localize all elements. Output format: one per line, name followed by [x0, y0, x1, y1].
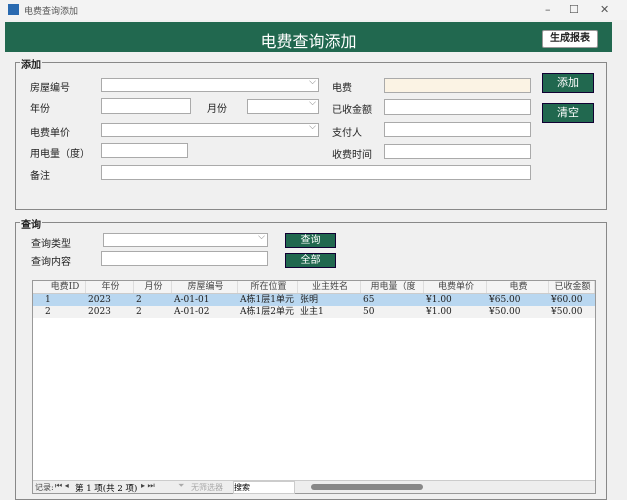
table-cell[interactable]: A-01-01 — [172, 294, 238, 306]
fee-label: 电费 — [332, 83, 352, 94]
table-cell[interactable]: 65 — [361, 294, 424, 306]
query-type-label: 查询类型 — [31, 239, 71, 250]
search-box[interactable]: 搜索 — [233, 481, 295, 494]
table-cell[interactable]: A栋1层1单元 — [238, 294, 298, 306]
house-no-label: 房屋编号 — [30, 83, 70, 94]
table-cell[interactable]: ¥65.00 — [487, 294, 549, 306]
fee-input[interactable] — [384, 78, 531, 93]
table-cell[interactable]: 2 — [134, 294, 172, 306]
pay-time-input[interactable] — [384, 144, 531, 159]
page-title: 电费查询添加 — [260, 32, 357, 51]
column-header[interactable]: 年份 — [86, 281, 134, 293]
table-cell[interactable]: ¥50.00 — [487, 306, 549, 318]
column-header[interactable]: 电费单价 — [424, 281, 487, 293]
table-cell[interactable]: 2023 — [86, 294, 134, 306]
query-content-label: 查询内容 — [31, 257, 71, 268]
query-type-combo[interactable] — [103, 232, 268, 247]
table-cell[interactable]: 50 — [361, 306, 424, 318]
remark-input[interactable] — [101, 165, 531, 180]
minimize-button[interactable]: – — [545, 3, 551, 16]
column-header[interactable]: 用电量（度 — [361, 281, 424, 293]
column-header[interactable]: 已收金额 — [549, 281, 595, 293]
query-legend: 查询 — [20, 216, 42, 231]
year-input[interactable] — [101, 98, 191, 114]
column-header[interactable]: 月份 — [134, 281, 172, 293]
title-bar: 电费查询添加 – ☐ ✕ — [0, 0, 627, 20]
table-cell[interactable]: ¥1.00 — [424, 306, 487, 318]
grid-header: 电费ID 年份 月份 房屋编号 所在位置 业主姓名 用电量（度 电费单价 电费 已收金额 — [33, 281, 595, 294]
payer-input[interactable] — [384, 122, 531, 137]
clear-button[interactable]: 清空 — [542, 103, 594, 123]
month-combo[interactable] — [247, 98, 319, 114]
remark-label: 备注 — [30, 171, 50, 182]
first-record-button[interactable]: ⏮ ◂ — [55, 481, 69, 491]
table-cell[interactable]: 2 — [134, 306, 172, 318]
table-cell[interactable]: A-01-02 — [172, 306, 238, 318]
close-button[interactable]: ✕ — [600, 3, 609, 16]
unit-price-label: 电费单价 — [30, 128, 70, 139]
column-header[interactable]: 房屋编号 — [172, 281, 238, 293]
usage-input[interactable] — [101, 143, 188, 158]
horizontal-scrollbar-thumb[interactable] — [311, 484, 423, 490]
table-row[interactable]: 1 2023 2 A-01-01 A栋1层1单元 张明 65 ¥1.00 ¥65.00 ¥60.0… — [33, 294, 595, 306]
add-legend: 添加 — [20, 56, 42, 71]
filter-icon: ⏷ — [178, 481, 185, 490]
record-label: 记录: — [35, 483, 54, 492]
next-record-button[interactable]: ▸ ⏭ — [141, 481, 155, 491]
table-cell[interactable]: 2 — [43, 306, 86, 318]
maximize-button[interactable]: ☐ — [569, 3, 579, 16]
table-cell[interactable]: 2023 — [86, 306, 134, 318]
generate-report-button[interactable]: 生成报表 — [542, 30, 598, 48]
query-content-input[interactable] — [101, 251, 268, 266]
column-header[interactable]: 电费 — [487, 281, 549, 293]
app-icon — [8, 4, 19, 15]
window-title: 电费查询添加 — [24, 7, 79, 17]
table-row[interactable]: 2 2023 2 A-01-02 A栋1层2单元 业主1 50 ¥1.00 ¥50.00 ¥50.… — [33, 306, 595, 318]
all-button[interactable]: 全部 — [285, 253, 336, 268]
house-no-combo[interactable] — [101, 77, 319, 92]
table-cell[interactable]: 业主1 — [298, 306, 361, 318]
payer-label: 支付人 — [332, 128, 362, 139]
table-cell[interactable]: 张明 — [298, 294, 361, 306]
column-header[interactable]: 业主姓名 — [298, 281, 361, 293]
month-label: 月份 — [207, 104, 227, 115]
table-cell[interactable]: ¥60.00 — [549, 294, 595, 306]
table-cell[interactable]: 1 — [43, 294, 86, 306]
add-button[interactable]: 添加 — [542, 73, 594, 93]
record-navigator: 记录: ⏮ ◂ 第 1 项(共 2 项) ▸ ⏭ ⏷ 无筛选器 搜索 — [33, 480, 595, 494]
usage-label: 用电量（度） — [30, 149, 90, 160]
query-button[interactable]: 查询 — [285, 233, 336, 248]
pay-time-label: 收费时间 — [332, 150, 372, 161]
form-header: 电费查询添加 生成报表 — [5, 22, 612, 52]
filter-status[interactable]: 无筛选器 — [191, 482, 223, 493]
table-cell[interactable]: ¥1.00 — [424, 294, 487, 306]
received-label: 已收金额 — [332, 105, 372, 116]
record-position[interactable]: 第 1 项(共 2 项) — [75, 482, 137, 494]
data-grid[interactable]: 电费ID 年份 月份 房屋编号 所在位置 业主姓名 用电量（度 电费单价 电费 已收金额 1 202… — [32, 280, 596, 494]
column-header[interactable]: 电费ID — [43, 281, 86, 293]
year-label: 年份 — [30, 104, 50, 115]
unit-price-combo[interactable] — [101, 122, 319, 137]
table-cell[interactable]: A栋1层2单元 — [238, 306, 298, 318]
table-cell[interactable]: ¥50.00 — [549, 306, 595, 318]
received-input[interactable] — [384, 99, 531, 115]
column-header[interactable]: 所在位置 — [238, 281, 298, 293]
